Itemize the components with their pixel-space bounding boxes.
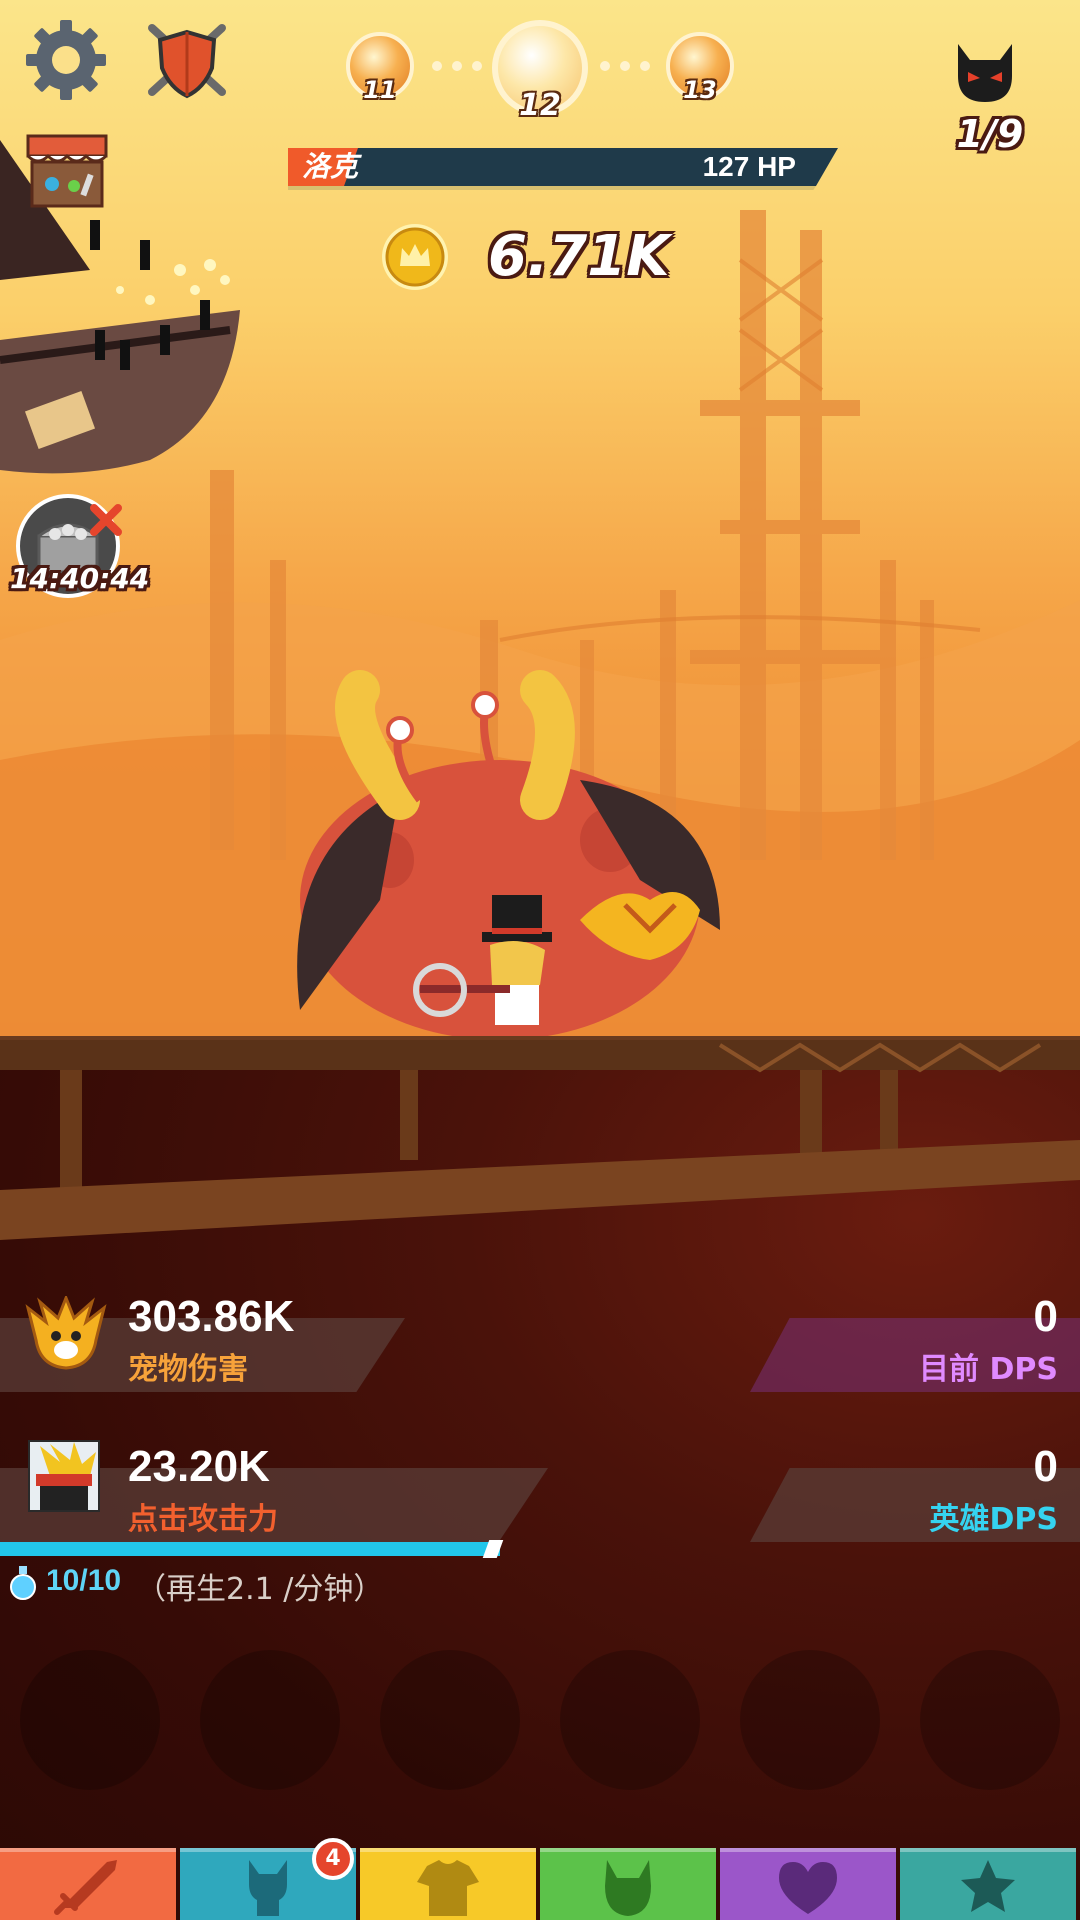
shield-swords-icon[interactable] bbox=[142, 18, 232, 102]
clan-icon bbox=[779, 1862, 837, 1914]
mana-regen: （再生2.1 /分钟） bbox=[136, 1572, 384, 1607]
hero-dps-label: 英雄DPS bbox=[929, 1502, 1059, 1537]
skill-slot-4[interactable] bbox=[560, 1650, 700, 1790]
hero-dps-value: 0 bbox=[1033, 1442, 1058, 1491]
kill-counter: 1/9 bbox=[956, 112, 1024, 156]
pet-damage-value: 303.86K bbox=[128, 1292, 295, 1341]
skill-slot-5[interactable] bbox=[740, 1650, 880, 1790]
star-icon bbox=[961, 1860, 1015, 1912]
tap-damage-label: 点击攻击力 bbox=[128, 1502, 278, 1537]
mana-bar-track bbox=[0, 1540, 504, 1558]
stage-number-next: 13 bbox=[683, 76, 717, 104]
pet-icon bbox=[22, 1296, 110, 1370]
pet-icon bbox=[605, 1860, 651, 1916]
boss-hp-bar: 洛克 127 HP bbox=[288, 148, 838, 190]
current-dps-label: 目前 DPS bbox=[919, 1352, 1058, 1387]
skill-slot-3[interactable] bbox=[380, 1650, 520, 1790]
skill-slot-6[interactable] bbox=[920, 1650, 1060, 1790]
tab-equipment[interactable] bbox=[360, 1848, 536, 1920]
mana-bar-fill bbox=[0, 1542, 500, 1556]
bridge-structure bbox=[0, 1040, 1080, 1240]
tab-artifacts[interactable] bbox=[900, 1848, 1076, 1920]
hero-portrait-icon[interactable] bbox=[28, 1440, 100, 1512]
chest-timer: 14:40:44 bbox=[10, 562, 150, 595]
gold-coin-icon bbox=[380, 222, 450, 292]
tab-pets[interactable] bbox=[540, 1848, 716, 1920]
boss-name: 洛克 bbox=[302, 150, 359, 183]
heroes-notification-badge: 4 bbox=[312, 1838, 354, 1880]
stage-number-current: 12 bbox=[519, 88, 561, 123]
current-dps-value: 0 bbox=[1033, 1292, 1058, 1341]
shirt-icon bbox=[417, 1860, 479, 1916]
skill-slot-2[interactable] bbox=[200, 1650, 340, 1790]
shop-icon[interactable] bbox=[24, 132, 110, 212]
boss-hp-text: 127 HP bbox=[702, 151, 796, 182]
settings-gear-icon[interactable] bbox=[24, 18, 108, 102]
mana-amount: 10/10 bbox=[46, 1564, 122, 1597]
sword-icon bbox=[54, 1860, 117, 1915]
tab-clan[interactable] bbox=[720, 1848, 896, 1920]
close-x-icon[interactable] bbox=[88, 502, 124, 538]
gold-amount: 6.71K bbox=[488, 224, 670, 289]
pet-damage-label: 宠物伤害 bbox=[128, 1352, 248, 1387]
skill-slot-1[interactable] bbox=[20, 1650, 160, 1790]
mana-potion-icon bbox=[10, 1566, 36, 1600]
stage-number-prev: 11 bbox=[363, 76, 397, 104]
heroes-icon bbox=[249, 1860, 287, 1916]
tab-sword[interactable] bbox=[0, 1848, 176, 1920]
demon-kills-icon bbox=[950, 40, 1020, 106]
tap-damage-value: 23.20K bbox=[128, 1442, 270, 1491]
